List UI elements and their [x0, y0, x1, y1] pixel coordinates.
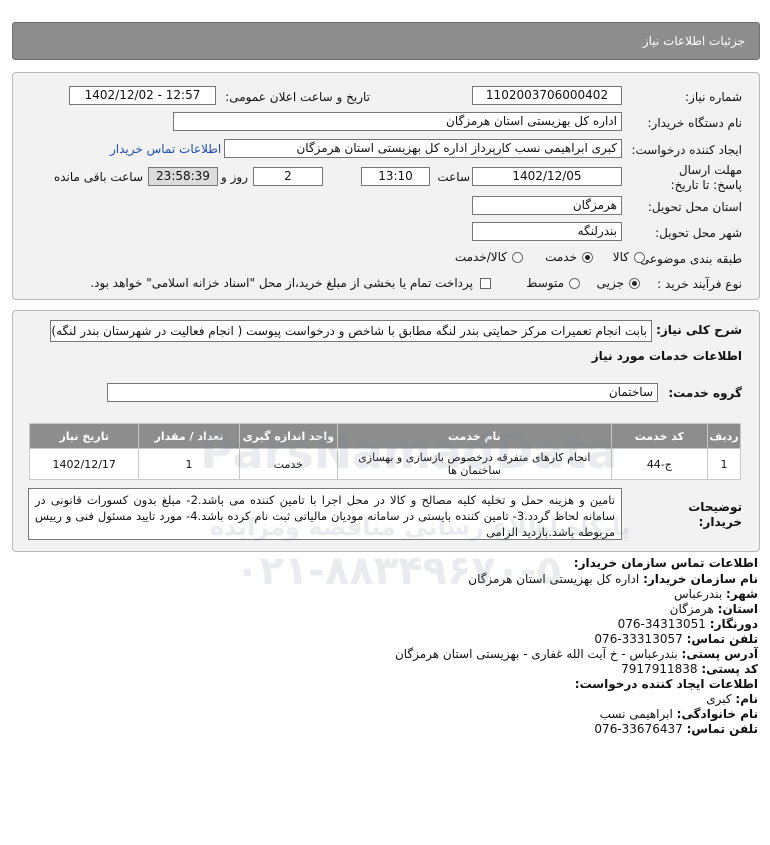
notes-label: توضیحات خریدار: [688, 500, 742, 529]
cell-service-name: انجام کارهای متفرقه درخصوص بازسازی و بهس… [337, 448, 612, 480]
creator-field[interactable]: کبری ابراهیمی نسب کارپرداز اداره کل بهزی… [224, 139, 622, 158]
col-quantity: تعداد / مقدار [138, 423, 240, 449]
days-label: روز و [221, 170, 248, 184]
announce-label: تاریخ و ساعت اعلان عمومی: [225, 90, 370, 104]
contact-address-row: آدرس پستی: بندرعباس - خ آیت الله غفاری -… [395, 647, 758, 661]
city-field[interactable]: بندرلنگه [472, 222, 622, 241]
deadline-label: مهلت ارسال پاسخ: تا تاریخ: [670, 163, 742, 192]
category-radio-service[interactable] [582, 252, 593, 263]
remaining-time-field: 23:58:39 [148, 167, 218, 186]
need-number-field[interactable]: 1102003706000402 [472, 86, 622, 105]
creator-family-label: نام خانوادگی: [676, 707, 758, 721]
category-option-goods: کالا [612, 250, 629, 264]
page-title: جزئیات اطلاعات نیاز [642, 34, 745, 48]
province-label: استان محل تحویل: [647, 200, 742, 214]
contact-city-value: بندرعباس [674, 587, 723, 601]
announce-field[interactable]: 1402/12/02 - 12:57 [69, 86, 216, 105]
deadline-time-label: ساعت [437, 170, 470, 184]
buyer-org-field[interactable]: اداره کل بهزیستی استان هرمزگان [173, 112, 622, 131]
cell-row: 1 [707, 448, 741, 480]
creator-family-value: ابراهیمی نسب [599, 707, 673, 721]
contact-phone-label: تلفن تماس: [686, 632, 758, 646]
deadline-date-field[interactable]: 1402/12/05 [472, 167, 622, 186]
col-service-code: کد خدمت [610, 423, 709, 449]
contact-org-value: اداره کل بهزیستی استان هرمزگان [468, 572, 640, 586]
buyer-notes-field[interactable]: تامین و هزینه حمل و تخلیه کلیه مصالح و ک… [28, 488, 622, 540]
contact-org-label: نام سازمان خریدار: [643, 572, 758, 586]
contact-address-label: آدرس پستی: [681, 647, 758, 661]
service-group-field[interactable]: ساختمان [107, 383, 658, 402]
process-label: نوع فرآیند خرید : [657, 277, 742, 291]
category-option-goods-service: کالا/خدمت [454, 250, 507, 264]
creator-name-label: نام: [735, 692, 758, 706]
category-radio-goods[interactable] [634, 252, 645, 263]
creator-label: ایجاد کننده درخواست: [631, 143, 742, 157]
process-option-minor: جزیی [596, 276, 624, 290]
process-option-medium: متوسط [526, 276, 564, 290]
process-radio-medium[interactable] [569, 278, 580, 289]
services-table-header: ردیف کد خدمت نام خدمت واحد اندازه گیری ت… [28, 423, 741, 449]
contact-phone-value: 076-33313057 [594, 632, 683, 646]
table-row[interactable]: 1 ج-44 انجام کارهای متفرقه درخصوص بازساز… [28, 448, 741, 480]
contact-fax-row: دورنگار: 076-34313051 [618, 617, 758, 631]
category-label: طبقه بندی موضوعی: [635, 252, 742, 266]
days-field[interactable]: 2 [253, 167, 323, 186]
need-number-label: شماره نیاز: [685, 90, 742, 104]
cell-quantity: 1 [138, 448, 240, 480]
col-service-name: نام خدمت [337, 423, 612, 449]
city-label: شهر محل تحویل: [655, 226, 742, 240]
col-need-date: تاریخ نیاز [28, 423, 140, 449]
treasury-payment-checkbox[interactable] [480, 278, 491, 289]
creator-name-row: نام: کبری [706, 692, 758, 706]
service-group-label: گروه خدمت: [668, 386, 742, 400]
col-unit: واحد اندازه گیری [238, 423, 339, 449]
category-radio-goods-service[interactable] [512, 252, 523, 263]
col-row: ردیف [707, 423, 741, 449]
province-field[interactable]: هرمزگان [472, 196, 622, 215]
creator-phone-row: تلفن تماس: 076-33676437 [594, 722, 758, 736]
contact-phone-row: تلفن تماس: 076-33313057 [594, 632, 758, 646]
process-radio-minor[interactable] [629, 278, 640, 289]
creator-heading: اطلاعات ایجاد کننده درخواست: [574, 677, 758, 691]
cell-need-date: 1402/12/17 [28, 448, 140, 480]
contact-province-row: استان: هرمزگان [670, 602, 758, 616]
cell-unit: خدمت [238, 448, 339, 480]
contact-postal-value: 7917911838 [621, 662, 698, 676]
summary-label: شرح کلی نیاز: [656, 323, 742, 337]
remaining-label: ساعت باقی مانده [53, 170, 143, 184]
contact-postal-label: کد پستی: [701, 662, 758, 676]
contact-fax-value: 076-34313051 [617, 617, 706, 631]
creator-name-value: کبری [706, 692, 732, 706]
cell-service-code: ج-44 [610, 448, 709, 480]
services-table: ردیف کد خدمت نام خدمت واحد اندازه گیری ت… [28, 423, 741, 480]
contact-heading: اطلاعات تماس سازمان خریدار: [573, 556, 758, 570]
creator-family-row: نام خانوادگی: ابراهیمی نسب [600, 707, 758, 721]
treasury-payment-note: پرداخت تمام یا بخشی از مبلغ خرید،از محل … [90, 276, 473, 290]
buyer-contact-link[interactable]: اطلاعات تماس خریدار [110, 142, 221, 156]
deadline-time-field[interactable]: 13:10 [361, 167, 430, 186]
contact-fax-label: دورنگار: [709, 617, 758, 631]
services-heading: اطلاعات خدمات مورد نیاز [591, 349, 742, 363]
watermark-phone: ۰۲۱-۸۸۳۴۹۶۷۰-۵ [235, 548, 562, 594]
contact-province-value: هرمزگان [669, 602, 714, 616]
contact-org-row: نام سازمان خریدار: اداره کل بهزیستی استا… [468, 572, 758, 586]
creator-phone-value: 076-33676437 [594, 722, 683, 736]
buyer-org-label: نام دستگاه خریدار: [647, 116, 743, 130]
category-option-service: خدمت [545, 250, 577, 264]
contact-postal-row: کد پستی: 7917911838 [621, 662, 758, 676]
contact-province-label: استان: [717, 602, 758, 616]
contact-city-label: شهر: [726, 587, 758, 601]
creator-phone-label: تلفن تماس: [686, 722, 758, 736]
contact-address-value: بندرعباس - خ آیت الله غفاری - بهزیستی اس… [394, 647, 678, 661]
contact-city-row: شهر: بندرعباس [674, 587, 758, 601]
summary-field[interactable]: بابت انجام تعمیرات مرکز حمایتی بندر لنگه… [50, 320, 652, 342]
page-header: جزئیات اطلاعات نیاز [12, 22, 760, 60]
